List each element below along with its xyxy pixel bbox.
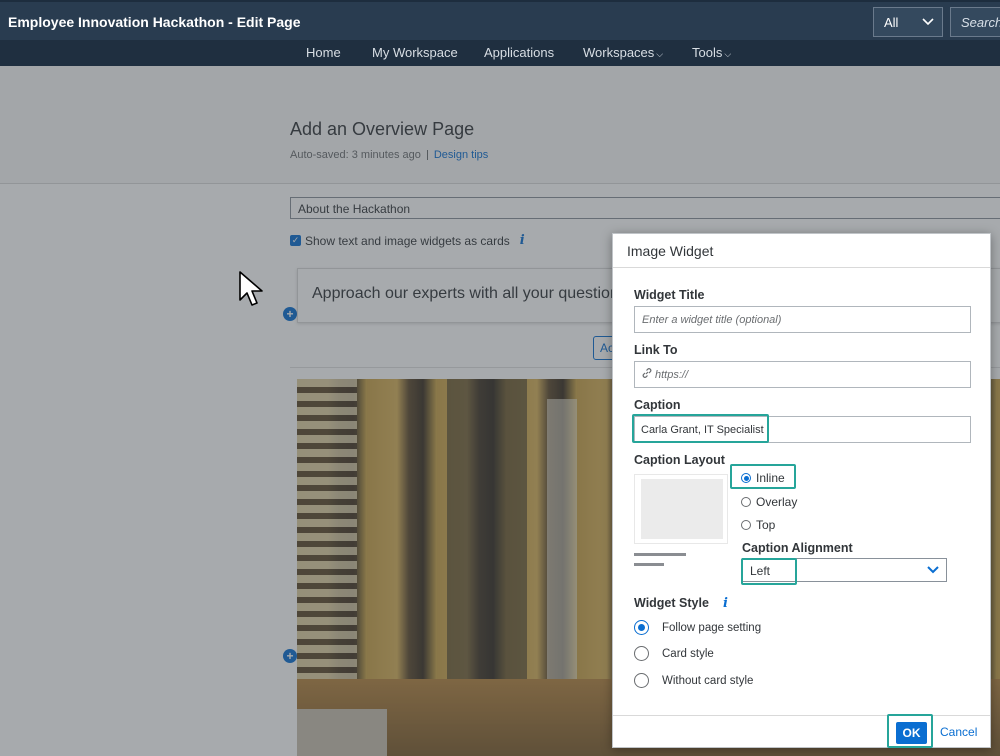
chevron-down-icon: ⌵	[656, 49, 664, 59]
dialog-header: Image Widget	[613, 234, 990, 268]
link-placeholder: https://	[655, 369, 689, 381]
style-option-card[interactable]: Card style	[634, 646, 714, 661]
app-title: Employee Innovation Hackathon - Edit Pag…	[8, 14, 301, 30]
nav-my-workspace[interactable]: My Workspace	[372, 45, 458, 60]
caption-label: Caption	[634, 398, 681, 412]
image-placeholder-icon	[641, 479, 723, 539]
link-to-input[interactable]: https://	[634, 361, 971, 388]
layout-option-overlay[interactable]: Overlay	[741, 495, 797, 509]
nav-tools-label: Tools	[692, 45, 723, 60]
search-scope-value: All	[884, 15, 899, 30]
nav-applications[interactable]: Applications	[484, 45, 554, 60]
style-option-follow[interactable]: Follow page setting	[634, 620, 761, 635]
radio-icon[interactable]	[634, 673, 649, 688]
chevron-down-icon	[922, 18, 934, 26]
search-input[interactable]: Search	[950, 7, 1000, 37]
layout-preview	[634, 474, 728, 544]
main-nav: Home My Workspace Applications Workspace…	[0, 40, 1000, 66]
nav-workspaces[interactable]: Workspaces ⌵	[583, 45, 663, 60]
widget-title-input[interactable]: Enter a widget title (optional)	[634, 306, 971, 333]
shell-bar: Employee Innovation Hackathon - Edit Pag…	[0, 0, 1000, 40]
link-to-label: Link To	[634, 343, 678, 357]
layout-option-top[interactable]: Top	[741, 518, 775, 532]
radio-icon[interactable]	[741, 520, 751, 530]
nav-home[interactable]: Home	[306, 45, 341, 60]
widget-style-label: Widget Style	[634, 596, 709, 610]
nav-workspaces-label: Workspaces	[583, 45, 655, 60]
info-icon[interactable]: i	[723, 596, 728, 611]
caption-layout-label: Caption Layout	[634, 453, 725, 467]
caption-alignment-label: Caption Alignment	[742, 541, 853, 555]
link-icon	[642, 368, 652, 378]
caption-line	[634, 563, 664, 566]
widget-title-label: Widget Title	[634, 288, 705, 302]
nav-tools[interactable]: Tools ⌵	[692, 45, 731, 60]
chevron-down-icon: ⌵	[724, 49, 732, 59]
style-option-without-card[interactable]: Without card style	[634, 673, 753, 688]
search-scope-select[interactable]: All	[873, 7, 943, 37]
nav-applications-label: Applications	[484, 45, 555, 60]
radio-selected-icon[interactable]	[634, 620, 649, 635]
image-widget-dialog: Image Widget Widget Title Enter a widget…	[612, 233, 991, 748]
highlight-box	[730, 464, 796, 489]
caption-line	[634, 553, 686, 556]
radio-icon[interactable]	[634, 646, 649, 661]
highlight-box	[632, 414, 769, 443]
cancel-button[interactable]: Cancel	[940, 725, 977, 739]
dialog-title: Image Widget	[627, 243, 714, 259]
layout-option-label: Overlay	[756, 495, 798, 509]
highlight-box	[741, 558, 797, 585]
nav-my-workspace-label: My Workspace	[372, 45, 458, 60]
radio-icon[interactable]	[741, 497, 751, 507]
style-option-label: Card style	[662, 647, 714, 660]
style-option-label: Follow page setting	[662, 621, 762, 634]
style-option-label: Without card style	[662, 674, 754, 687]
nav-home-label: Home	[306, 45, 341, 60]
dialog-footer	[613, 715, 990, 748]
chevron-down-icon	[927, 566, 939, 574]
layout-option-label: Top	[756, 518, 776, 532]
mouse-cursor-icon	[239, 271, 263, 306]
highlight-box	[887, 714, 933, 748]
